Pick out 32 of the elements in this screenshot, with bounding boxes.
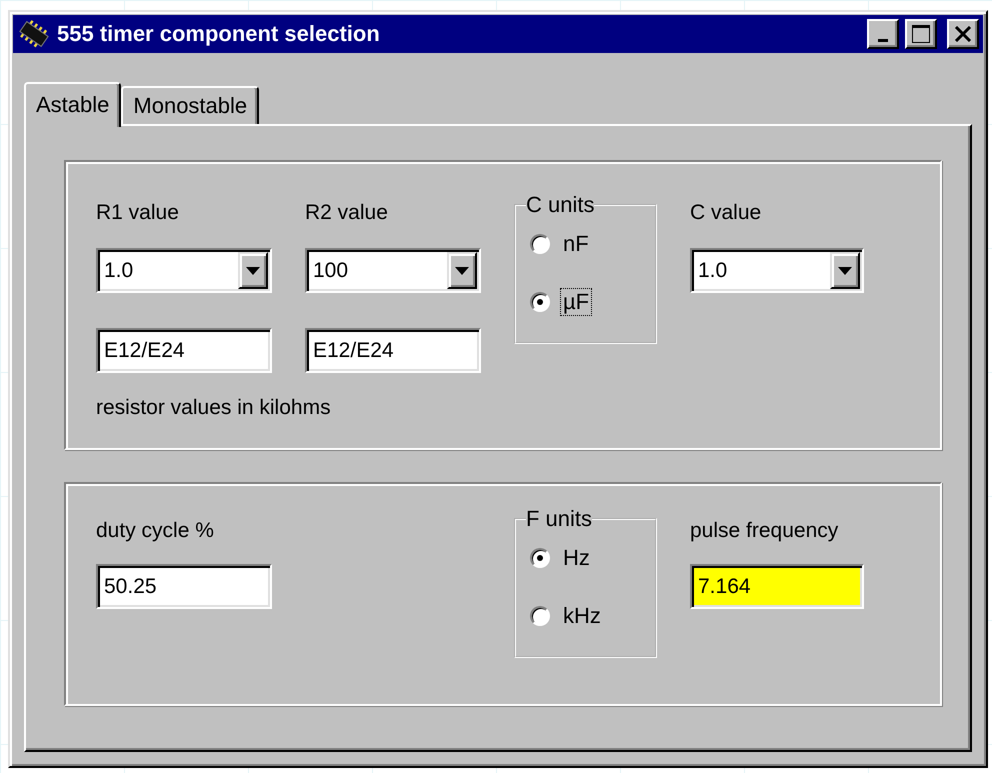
field-label: R2 value (305, 200, 388, 226)
field-label: R1 value (96, 200, 179, 226)
radio-label[interactable]: µF (560, 288, 592, 316)
tab[interactable]: Astable (24, 82, 122, 127)
field-label: C value (690, 200, 762, 226)
input-field[interactable]: E12/E24 (305, 328, 481, 373)
minimize-icon (878, 38, 888, 42)
radio-button[interactable] (530, 292, 550, 312)
radio-label[interactable]: kHz (560, 602, 604, 630)
maximize-icon (911, 24, 931, 44)
radio-label[interactable]: Hz (560, 544, 593, 572)
note-text: resistor values in kilohms (96, 395, 331, 421)
radio-label[interactable]: nF (560, 230, 592, 258)
radio-button[interactable] (530, 234, 550, 254)
dropdown[interactable]: 1.0 (690, 248, 864, 293)
minimize-button[interactable] (867, 19, 899, 49)
radio-button[interactable] (530, 548, 550, 568)
close-icon (954, 26, 972, 42)
field-label: pulse frequency (690, 518, 838, 544)
output-field: 7.164 (690, 564, 864, 609)
field-label: duty cycle % (96, 518, 214, 544)
group-label: F units (526, 506, 592, 532)
group-label: C units (526, 192, 594, 218)
dropdown[interactable]: 1.0 (96, 248, 272, 293)
maximize-button[interactable] (905, 19, 937, 49)
window-title: 555 timer component selection (57, 21, 381, 47)
close-button[interactable] (947, 19, 979, 49)
dropdown[interactable]: 100 (305, 248, 481, 293)
input-field[interactable]: E12/E24 (96, 328, 272, 373)
tab[interactable]: Monostable (121, 86, 260, 124)
input-field[interactable]: 50.25 (96, 564, 272, 609)
radio-button[interactable] (530, 606, 550, 626)
